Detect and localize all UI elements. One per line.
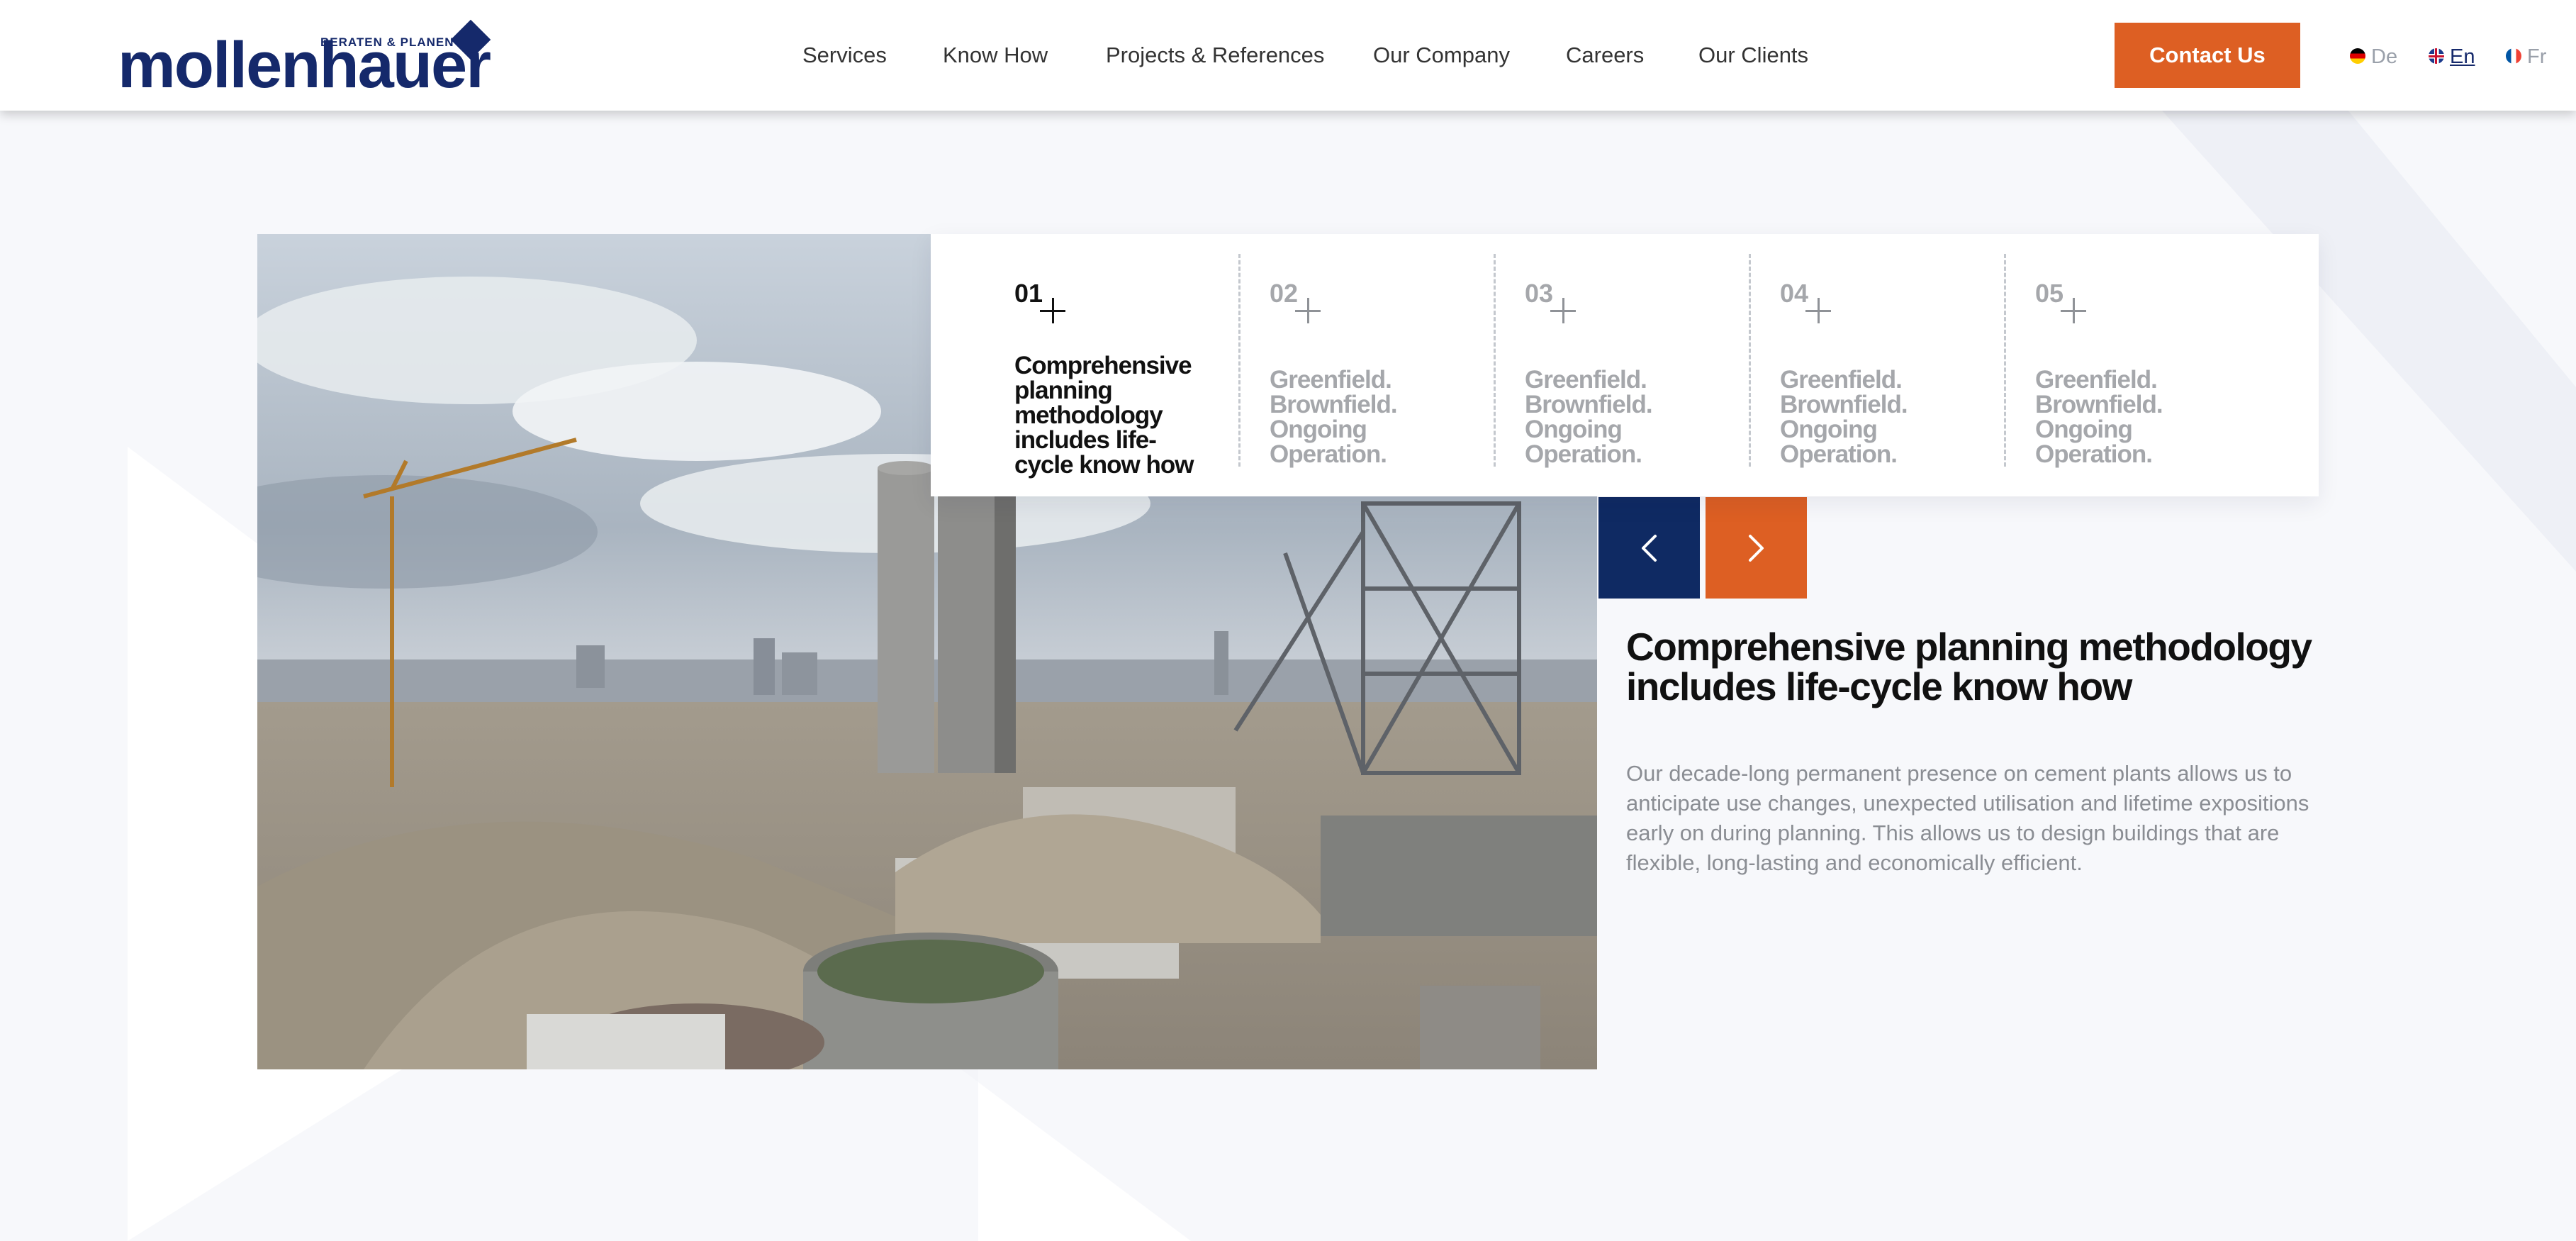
slider-tab-label: Greenfield. Brownfield. Ongoing Operatio… <box>2035 366 2163 468</box>
slider-tab-label: Greenfield. Brownfield. Ongoing Operatio… <box>1525 366 1653 468</box>
slider-tab-03[interactable]: 03 Greenfield. Brownfield. Ongoing Opera… <box>1525 254 1780 481</box>
slider-tab-02[interactable]: 02 Greenfield. Brownfield. Ongoing Opera… <box>1270 254 1525 481</box>
chevron-left-icon <box>1642 535 1657 562</box>
slider-tab-01[interactable]: 01 Comprehensive planning methodology in… <box>1014 254 1270 481</box>
language-en-label: En <box>2450 45 2475 68</box>
slider-tab-05[interactable]: 05 Greenfield. Brownfield. Ongoing Opera… <box>2035 254 2290 481</box>
plus-icon <box>2061 298 2086 323</box>
plus-icon <box>1040 298 1065 323</box>
language-de-label: De <box>2371 45 2398 68</box>
tab-divider <box>1238 254 1241 467</box>
slider-prev-button[interactable] <box>1598 497 1700 599</box>
slider-tab-04[interactable]: 04 Greenfield. Brownfield. Ongoing Opera… <box>1780 254 2035 481</box>
slider-tab-label: Greenfield. Brownfield. Ongoing Operatio… <box>1270 366 1398 468</box>
slider-tab-number: 01 <box>1014 279 1043 308</box>
nav-item-our-clients[interactable]: Our Clients <box>1698 41 1808 69</box>
slider-tab-number: 04 <box>1780 279 1809 308</box>
flag-uk-icon <box>2429 48 2444 65</box>
flag-de-icon <box>2350 48 2365 65</box>
language-de[interactable]: De <box>2350 43 2397 71</box>
site-header: BERATEN & PLANEN mollenhauer Services Kn… <box>0 0 2576 111</box>
slider-tab-number: 05 <box>2035 279 2064 308</box>
nav-item-services[interactable]: Services <box>802 41 887 69</box>
nav-item-know-how[interactable]: Know How <box>943 41 1048 69</box>
nav-item-projects-references[interactable]: Projects & References <box>1106 41 1324 69</box>
language-fr[interactable]: Fr <box>2506 43 2546 71</box>
plus-icon <box>1550 298 1576 323</box>
chevron-right-icon <box>1749 535 1764 562</box>
slider-tab-label: Greenfield. Brownfield. Ongoing Operatio… <box>1780 366 1908 468</box>
language-en[interactable]: En <box>2429 43 2475 71</box>
logo-wordmark: mollenhauer <box>118 29 491 101</box>
slider-next-button[interactable] <box>1706 497 1807 599</box>
logo[interactable]: BERATEN & PLANEN mollenhauer <box>118 19 500 98</box>
slide-title: Comprehensive planning methodology inclu… <box>1626 625 2312 708</box>
plus-icon <box>1295 298 1321 323</box>
nav-item-our-company[interactable]: Our Company <box>1373 41 1510 69</box>
slider-tab-label: Comprehensive planning methodology inclu… <box>1014 352 1194 479</box>
slide-description: Our decade-long permanent presence on ce… <box>1626 761 2309 875</box>
nav-item-careers[interactable]: Careers <box>1566 41 1644 69</box>
flag-fr-icon <box>2506 48 2521 65</box>
contact-us-button[interactable]: Contact Us <box>2115 23 2300 88</box>
tab-divider <box>1749 254 1751 467</box>
tab-divider <box>1494 254 1496 467</box>
tab-divider <box>2004 254 2006 467</box>
plus-icon <box>1805 298 1831 323</box>
slider-tabs-panel: 01 Comprehensive planning methodology in… <box>931 234 2319 496</box>
language-fr-label: Fr <box>2527 45 2547 68</box>
slider-tab-number: 02 <box>1270 279 1299 308</box>
slider-tab-number: 03 <box>1525 279 1554 308</box>
